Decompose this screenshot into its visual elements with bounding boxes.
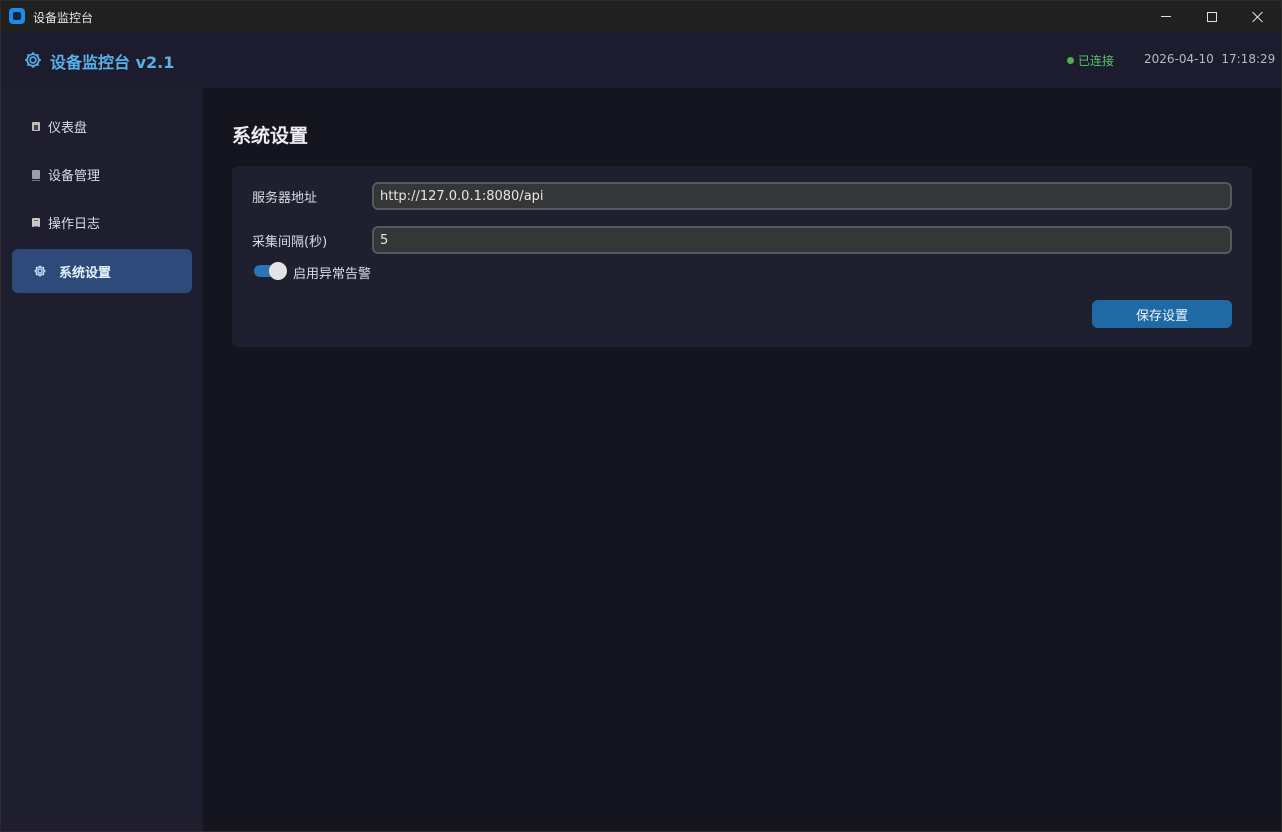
sidebar-item-dashboard[interactable]: 仪表盘 <box>12 104 192 148</box>
status-dot-icon <box>1067 57 1074 64</box>
minimize-button[interactable] <box>1143 1 1189 32</box>
sidebar-item-label: 仪表盘 <box>48 120 88 136</box>
interval-input[interactable] <box>372 226 1232 254</box>
connection-status: 已连接 <box>1078 54 1115 68</box>
interval-label: 采集间隔(秒) <box>252 235 328 250</box>
main-content: 系统设置 服务器地址 采集间隔(秒) 启用异常告警 保存设置 <box>203 88 1281 831</box>
settings-card: 服务器地址 采集间隔(秒) 启用异常告警 保存设置 <box>232 166 1252 347</box>
maximize-icon <box>1207 11 1217 22</box>
window-title: 设备监控台 <box>33 11 94 25</box>
app-title: 设备监控台 v2.1 <box>50 53 175 72</box>
sidebar-item-label: 操作日志 <box>48 216 101 232</box>
sidebar-item-label: 设备管理 <box>48 168 101 184</box>
alert-toggle[interactable] <box>254 262 288 280</box>
app-header: 设备监控台 v2.1 已连接 2026-04-10 17:18:29 <box>1 32 1281 88</box>
datetime: 2026-04-10 17:18:29 <box>1144 52 1276 66</box>
alert-toggle-label: 启用异常告警 <box>293 267 372 282</box>
minimize-icon <box>1161 16 1171 17</box>
page-title: 系统设置 <box>232 125 309 147</box>
chart-icon <box>32 121 40 131</box>
close-icon <box>1252 11 1264 23</box>
sidebar-item-settings[interactable]: 系统设置 <box>12 249 192 293</box>
sidebar-item-logs[interactable]: 操作日志 <box>12 200 192 244</box>
save-button[interactable]: 保存设置 <box>1092 300 1232 328</box>
app-window: 设备监控台 设备监控台 v2.1 已连接 2026-04-10 17:18:29… <box>0 0 1282 832</box>
title-bar[interactable]: 设备监控台 <box>1 1 1281 32</box>
sidebar: 仪表盘 设备管理 操作日志 系统设置 <box>1 88 203 831</box>
app-icon <box>9 8 25 24</box>
gear-icon <box>25 52 41 68</box>
server-address-input[interactable] <box>372 182 1232 210</box>
maximize-button[interactable] <box>1189 1 1235 32</box>
gear-icon <box>34 265 46 277</box>
log-icon <box>32 217 40 227</box>
device-icon <box>32 169 40 181</box>
sidebar-item-label: 系统设置 <box>59 265 112 281</box>
close-button[interactable] <box>1235 1 1281 32</box>
toggle-knob <box>269 262 287 280</box>
sidebar-item-devices[interactable]: 设备管理 <box>12 152 192 196</box>
server-address-label: 服务器地址 <box>252 191 318 206</box>
